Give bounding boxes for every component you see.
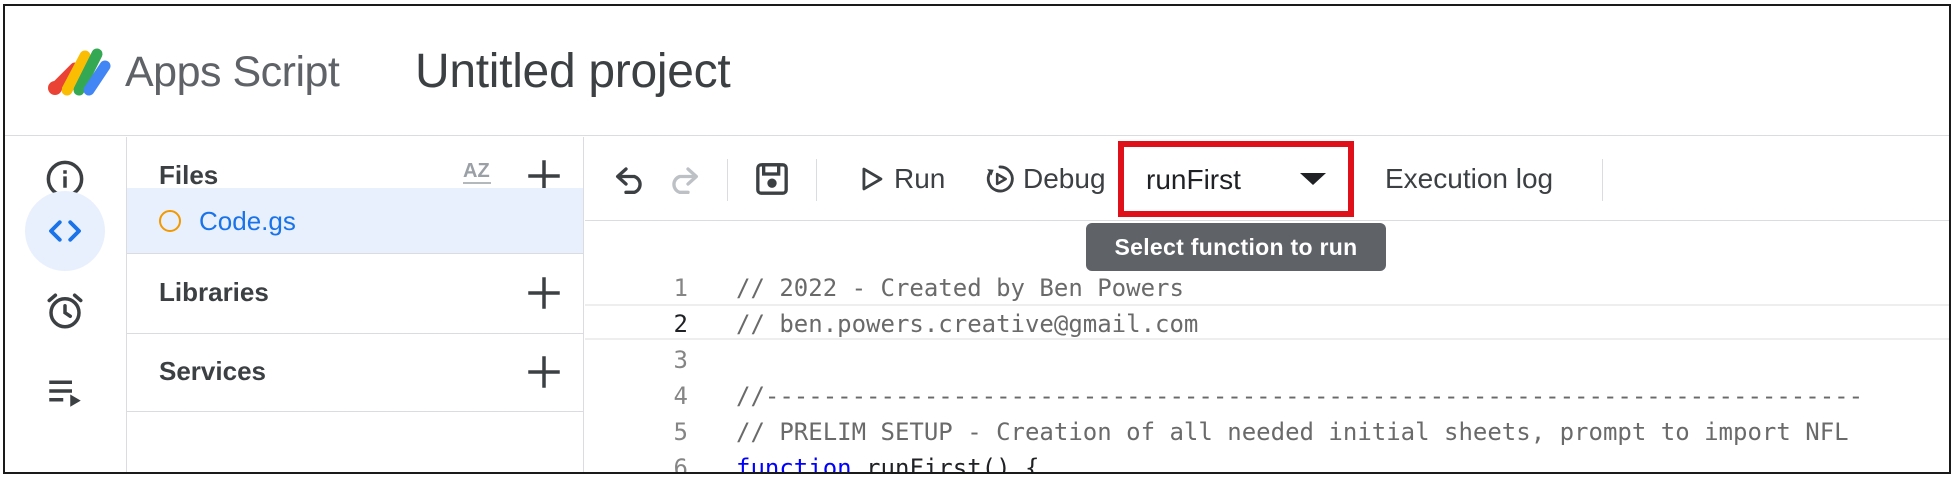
- run-button[interactable]: Run: [854, 155, 945, 203]
- run-label: Run: [894, 163, 946, 194]
- files-title: Files: [159, 160, 219, 190]
- executions-icon: [49, 380, 81, 407]
- code-line: 6 function runFirst() {: [585, 450, 1949, 474]
- header-bar: Apps Script Untitled project: [5, 6, 1949, 136]
- function-select-dropdown[interactable]: runFirst: [1118, 141, 1354, 217]
- execution-log-label: Execution log: [1385, 163, 1554, 194]
- services-section-header: Services: [127, 333, 583, 411]
- undo-icon[interactable]: [611, 159, 651, 199]
- debug-label: Debug: [1023, 163, 1106, 194]
- rail-editor-button[interactable]: [25, 191, 105, 271]
- play-icon: [862, 167, 883, 191]
- code-text: // ben.powers.creative@gmail.com: [736, 310, 1199, 338]
- debug-button[interactable]: Debug: [983, 155, 1106, 203]
- alarm-clock-icon: [47, 293, 83, 329]
- function-select-tooltip: Select function to run: [1086, 223, 1386, 271]
- code-line: 5 // PRELIM SETUP - Creation of all need…: [585, 414, 1949, 450]
- toolbar-separator: [1602, 159, 1603, 201]
- project-title[interactable]: Untitled project: [415, 44, 731, 99]
- toolbar-separator: [816, 159, 817, 201]
- line-number: 4: [673, 382, 688, 410]
- code-line: 1 // 2022 - Created by Ben Powers: [585, 270, 1949, 306]
- services-title: Services: [159, 356, 266, 386]
- code-line: 3: [585, 342, 1949, 378]
- execution-log-button[interactable]: Execution log: [1385, 155, 1553, 203]
- unsaved-file-dot-icon: [159, 210, 181, 232]
- divider: [127, 411, 583, 412]
- libraries-section-header: Libraries: [127, 254, 583, 332]
- line-number: 3: [673, 346, 688, 374]
- left-rail: [5, 137, 125, 472]
- code-line: 4 //------------------------------------…: [585, 378, 1949, 414]
- line-number: 2: [673, 310, 688, 338]
- code-text: function runFirst() {: [736, 450, 1040, 474]
- code-token: runFirst() {: [851, 454, 1040, 474]
- file-item-code-gs[interactable]: Code.gs: [127, 188, 583, 254]
- line-number: 6: [673, 454, 688, 474]
- add-service-icon[interactable]: [523, 351, 565, 393]
- rail-triggers-button[interactable]: [25, 271, 105, 351]
- toolbar-separator: [727, 159, 728, 201]
- app-name[interactable]: Apps Script: [125, 48, 340, 97]
- code-line-current: 2 // ben.powers.creative@gmail.com: [585, 304, 1949, 340]
- keyword-token: function: [736, 454, 852, 474]
- add-library-icon[interactable]: [523, 272, 565, 314]
- files-panel: Files AZ Code.gs Libraries Services: [126, 137, 584, 472]
- app-window: Apps Script Untitled project Files AZ Co…: [3, 4, 1951, 474]
- apps-script-logo: [48, 48, 111, 96]
- svg-text:AZ: AZ: [463, 160, 490, 182]
- save-icon[interactable]: [752, 159, 792, 199]
- debug-icon: [986, 165, 1014, 193]
- code-text: // PRELIM SETUP - Creation of all needed…: [736, 418, 1849, 446]
- code-text: //--------------------------------------…: [736, 382, 1864, 410]
- rail-executions-button[interactable]: [25, 351, 105, 431]
- file-name: Code.gs: [199, 206, 296, 236]
- code-icon: [49, 220, 81, 242]
- caret-down-icon: [1300, 173, 1326, 185]
- line-number: 1: [673, 274, 688, 302]
- selected-function: runFirst: [1146, 164, 1241, 195]
- redo-icon[interactable]: [663, 159, 703, 199]
- line-number: 5: [673, 418, 688, 446]
- editor-toolbar: Run Debug runFirst Execution log: [585, 137, 1949, 221]
- code-text: // 2022 - Created by Ben Powers: [736, 274, 1184, 302]
- libraries-title: Libraries: [159, 277, 269, 307]
